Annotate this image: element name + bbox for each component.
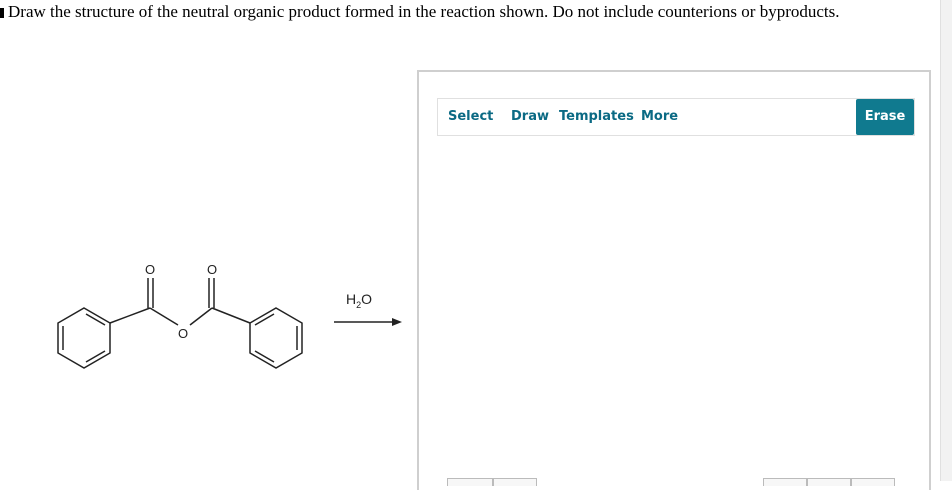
right-benzene-ring	[249, 307, 303, 369]
question-text: Draw the structure of the neutral organi…	[0, 0, 840, 24]
reaction-arrowhead	[392, 318, 402, 326]
bond-oxygen-carbonyl	[189, 307, 213, 326]
left-benzene-ring	[57, 307, 111, 369]
templates-tool-button[interactable]: Templates	[559, 99, 634, 135]
question-label: Draw the structure of the neutral organi…	[8, 2, 840, 21]
bond-ring-carbonyl-left	[109, 307, 151, 324]
right-ring-double-bond	[254, 313, 275, 326]
drawing-canvas[interactable]: Select Draw Templates More Erase	[417, 70, 931, 490]
bottom-toolbar-tab[interactable]	[447, 478, 493, 486]
reagent-o: O	[361, 291, 373, 307]
benzoic-anhydride-structure: O O O	[57, 262, 402, 369]
left-ring-double-bond	[85, 313, 106, 326]
bond-carbonyl-oxygen	[149, 307, 179, 326]
atom-label-o-right: O	[207, 262, 217, 277]
atom-label-o-left: O	[145, 262, 155, 277]
right-ring-double-bond	[254, 350, 275, 363]
erase-button[interactable]: Erase	[856, 99, 914, 135]
reaction-scheme: O O O H2O	[40, 250, 420, 390]
select-tool-button[interactable]: Select	[448, 99, 493, 135]
draw-tool-button[interactable]: Draw	[511, 99, 549, 135]
question-bullet	[0, 8, 4, 18]
bond-carbonyl-ring-right	[211, 307, 251, 324]
reagent-water: H2O	[346, 291, 372, 310]
page-scrollbar[interactable]	[940, 0, 952, 481]
bottom-toolbar-tab[interactable]	[493, 478, 537, 486]
bottom-toolbar-tab[interactable]	[851, 478, 895, 486]
atom-label-o-bridge: O	[178, 326, 188, 341]
bottom-toolbar-tab[interactable]	[807, 478, 851, 486]
bottom-toolbar-tab[interactable]	[763, 478, 807, 486]
more-tool-button[interactable]: More	[641, 99, 678, 135]
reagent-h: H	[346, 291, 357, 307]
left-ring-double-bond	[85, 350, 106, 363]
drawing-toolbar: Select Draw Templates More Erase	[437, 98, 915, 136]
